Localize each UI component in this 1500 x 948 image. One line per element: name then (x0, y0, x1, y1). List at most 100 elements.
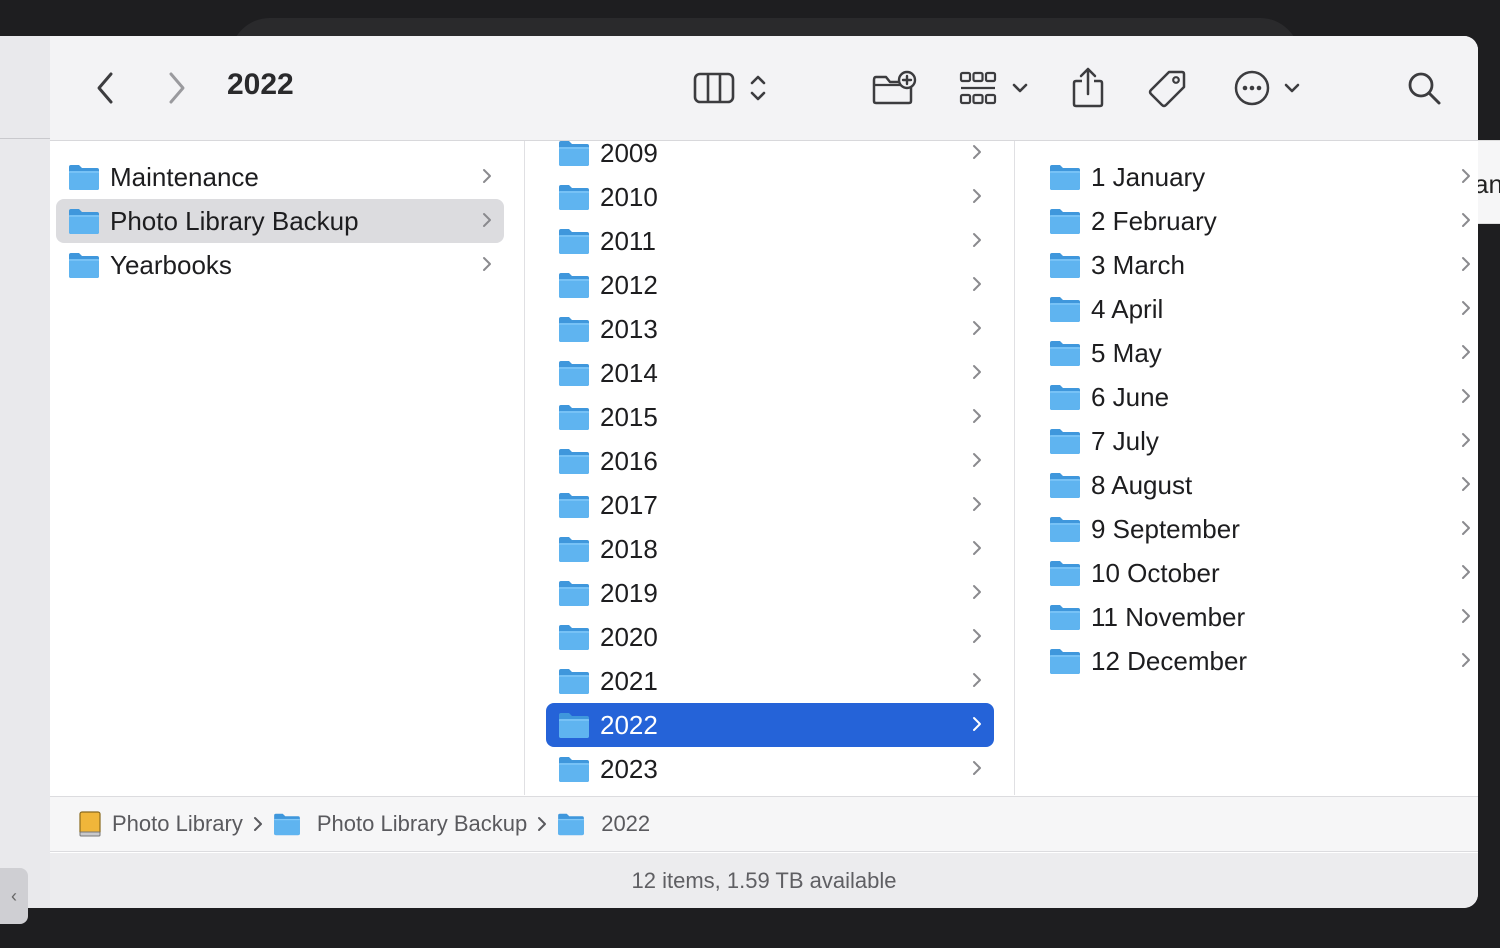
breadcrumb-item[interactable]: 2022 (557, 811, 650, 837)
column-1: Maintenance Photo Library Backup Yearbooks (50, 141, 525, 795)
adjacent-window-button[interactable]: ‹ (0, 868, 28, 924)
col2-row[interactable]: 2018 (546, 527, 994, 571)
row-label: 1 January (1091, 161, 1206, 192)
row-label: 7 July (1091, 425, 1159, 456)
col3-row[interactable]: 6 June (1037, 375, 1478, 419)
chevron-down-icon[interactable] (1008, 78, 1032, 98)
col2-row[interactable]: 2022 (546, 703, 994, 747)
col2-row[interactable]: 2023 (546, 747, 994, 791)
chevron-right-icon (537, 816, 547, 832)
chevron-right-icon (482, 256, 492, 277)
chevron-right-icon (1461, 256, 1471, 277)
folder-icon (1049, 427, 1081, 455)
col3-row[interactable]: 5 May (1037, 331, 1478, 375)
col1-row[interactable]: Maintenance (56, 155, 504, 199)
column-view-icon[interactable] (692, 70, 736, 106)
col3-row[interactable]: 11 November (1037, 595, 1478, 639)
col1-row[interactable]: Photo Library Backup (56, 199, 504, 243)
breadcrumb-item[interactable]: Photo Library Backup (273, 811, 527, 837)
folder-icon (558, 535, 590, 563)
group-icon[interactable] (956, 68, 1000, 108)
col2-row[interactable]: 2010 (546, 175, 994, 219)
row-label: 2018 (600, 533, 658, 564)
col2-row[interactable]: 2021 (546, 659, 994, 703)
more-chevron-down-icon[interactable] (1280, 78, 1304, 98)
row-label: Photo Library Backup (110, 205, 359, 236)
col2-row[interactable]: 2017 (546, 483, 994, 527)
row-label: Maintenance (110, 161, 259, 192)
row-label: 10 October (1091, 557, 1220, 588)
col2-row[interactable]: 2015 (546, 395, 994, 439)
forward-icon[interactable] (162, 70, 192, 106)
chevron-right-icon (972, 364, 982, 385)
chevron-right-icon (482, 212, 492, 233)
chevron-right-icon (1461, 520, 1471, 541)
col3-row[interactable]: 1 January (1037, 155, 1478, 199)
back-icon[interactable] (90, 70, 120, 106)
col2-row[interactable]: 2014 (546, 351, 994, 395)
window-title: 2022 (227, 68, 294, 101)
folder-icon (1049, 559, 1081, 587)
row-label: 5 May (1091, 337, 1162, 368)
path-bar: Photo Library Photo Library Backup 2022 (50, 796, 1478, 852)
status-bar: 12 items, 1.59 TB available (50, 853, 1478, 908)
tag-icon[interactable] (1146, 68, 1188, 108)
folder-icon (558, 183, 590, 211)
adjacent-window-right: an (1478, 140, 1500, 224)
folder-icon (1049, 163, 1081, 191)
view-switch-chevrons-icon[interactable] (746, 70, 770, 106)
col2-row[interactable]: 2013 (546, 307, 994, 351)
col3-row[interactable]: 8 August (1037, 463, 1478, 507)
folder-icon (1049, 471, 1081, 499)
row-label: 2009 (600, 141, 658, 168)
breadcrumb-label: 2022 (601, 811, 651, 836)
col2-row[interactable]: 2011 (546, 219, 994, 263)
row-label: 2015 (600, 401, 658, 432)
col3-row[interactable]: 7 July (1037, 419, 1478, 463)
chevron-right-icon (972, 188, 982, 209)
chevron-right-icon (972, 628, 982, 649)
folder-icon (1049, 647, 1081, 675)
col3-row[interactable]: 10 October (1037, 551, 1478, 595)
chevron-right-icon (1461, 168, 1471, 189)
col3-row[interactable]: 2 February (1037, 199, 1478, 243)
row-label: 12 December (1091, 645, 1248, 676)
folder-icon (558, 579, 590, 607)
folder-icon (558, 403, 590, 431)
col2-row[interactable]: 2020 (546, 615, 994, 659)
finder-window: 2022 Maintenance Photo Library Backup Ye… (50, 36, 1478, 908)
col2-row[interactable]: 2019 (546, 571, 994, 615)
folder-icon (558, 447, 590, 475)
chevron-right-icon (1461, 300, 1471, 321)
folder-icon (273, 812, 317, 836)
folder-icon (558, 227, 590, 255)
share-icon[interactable] (1068, 64, 1108, 110)
col3-row[interactable]: 9 September (1037, 507, 1478, 551)
col3-row[interactable]: 4 April (1037, 287, 1478, 331)
row-label: 4 April (1091, 293, 1164, 324)
row-label: 2016 (600, 445, 658, 476)
toolbar: 2022 (50, 36, 1478, 141)
chevron-right-icon (1461, 652, 1471, 673)
col2-row[interactable]: 2009 (546, 141, 994, 175)
col2-row[interactable]: 2012 (546, 263, 994, 307)
col3-row[interactable]: 12 December (1037, 639, 1478, 683)
chevron-right-icon (1461, 476, 1471, 497)
breadcrumb-item[interactable]: Photo Library (76, 810, 243, 838)
search-icon[interactable] (1404, 68, 1444, 108)
chevron-right-icon (482, 168, 492, 189)
row-label: 8 August (1091, 469, 1193, 500)
row-label: 2013 (600, 313, 658, 344)
chevron-right-icon (253, 816, 263, 832)
more-icon[interactable] (1232, 68, 1272, 108)
folder-icon (1049, 515, 1081, 543)
new-folder-icon[interactable] (870, 68, 918, 108)
col1-row[interactable]: Yearbooks (56, 243, 504, 287)
col2-row[interactable]: 2016 (546, 439, 994, 483)
chevron-right-icon (1461, 608, 1471, 629)
folder-icon (1049, 207, 1081, 235)
chevron-right-icon (1461, 388, 1471, 409)
col3-row[interactable]: 3 March (1037, 243, 1478, 287)
column-3: 1 January 2 February 3 March 4 April 5 May 6 … (1015, 141, 1478, 795)
chevron-right-icon (1461, 212, 1471, 233)
